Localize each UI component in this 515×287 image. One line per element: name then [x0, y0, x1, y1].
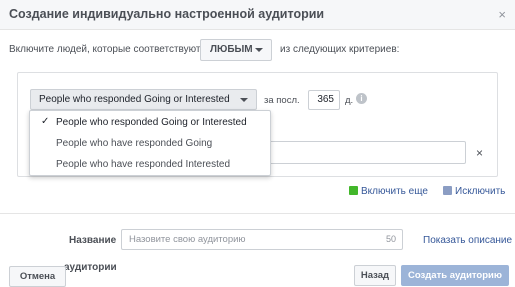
match-type-dropdown[interactable]: ЛЮБЫМ [200, 39, 272, 61]
event-type-value: People who responded Going or Interested [39, 94, 230, 105]
event-type-menu: ✓ People who responded Going or Interest… [29, 110, 271, 176]
back-button[interactable]: Назад [354, 265, 396, 286]
check-icon: ✓ [41, 116, 50, 127]
char-limit-counter: 50 [386, 234, 397, 244]
exclude-label: Исключить [455, 186, 506, 197]
include-more-link[interactable]: Включить еще [349, 186, 428, 197]
show-description-link[interactable]: Показать описание [423, 235, 512, 246]
menu-item-label: People who have responded Interested [56, 159, 231, 170]
match-type-value: ЛЮБЫМ [210, 44, 253, 55]
criteria-suffix-text: из следующих критериев: [280, 44, 400, 55]
chevron-down-icon [240, 98, 248, 102]
menu-item-label: People who responded Going or Interested [56, 117, 247, 128]
remove-row-icon[interactable]: × [476, 146, 483, 160]
days-unit-label: д. [345, 95, 354, 106]
create-audience-button[interactable]: Создать аудиторию [401, 265, 509, 286]
menu-item-going[interactable]: People who have responded Going [30, 134, 270, 154]
exclude-link[interactable]: Исключить [443, 186, 505, 197]
dialog-header: Создание индивидуально настроенной аудит… [0, 0, 515, 30]
menu-item-interested[interactable]: People who have responded Interested [30, 155, 270, 175]
close-icon[interactable]: × [498, 8, 506, 22]
audience-name-input[interactable]: Назовите свою аудиторию [121, 229, 403, 250]
section-divider [0, 213, 515, 214]
dialog-title: Создание индивидуально настроенной аудит… [9, 7, 325, 21]
add-icon [349, 186, 358, 195]
name-label: Название [69, 235, 117, 246]
chevron-down-icon [255, 48, 263, 52]
event-type-dropdown[interactable]: People who responded Going or Interested [30, 89, 257, 110]
exclude-icon [443, 186, 452, 195]
cancel-button[interactable]: Отмена [9, 266, 66, 287]
refine-input-field[interactable] [262, 141, 466, 164]
include-more-label: Включить еще [361, 186, 428, 197]
menu-item-label: People who have responded Going [56, 138, 213, 149]
days-input[interactable]: 365 [308, 90, 340, 110]
info-icon[interactable]: i [356, 93, 367, 104]
audience-label: аудитории [64, 262, 117, 273]
period-label: за посл. [264, 95, 300, 106]
menu-item-going-or-interested[interactable]: ✓ People who responded Going or Interest… [30, 113, 270, 133]
criteria-prefix-text: Включите людей, которые соответствуют [9, 44, 201, 55]
